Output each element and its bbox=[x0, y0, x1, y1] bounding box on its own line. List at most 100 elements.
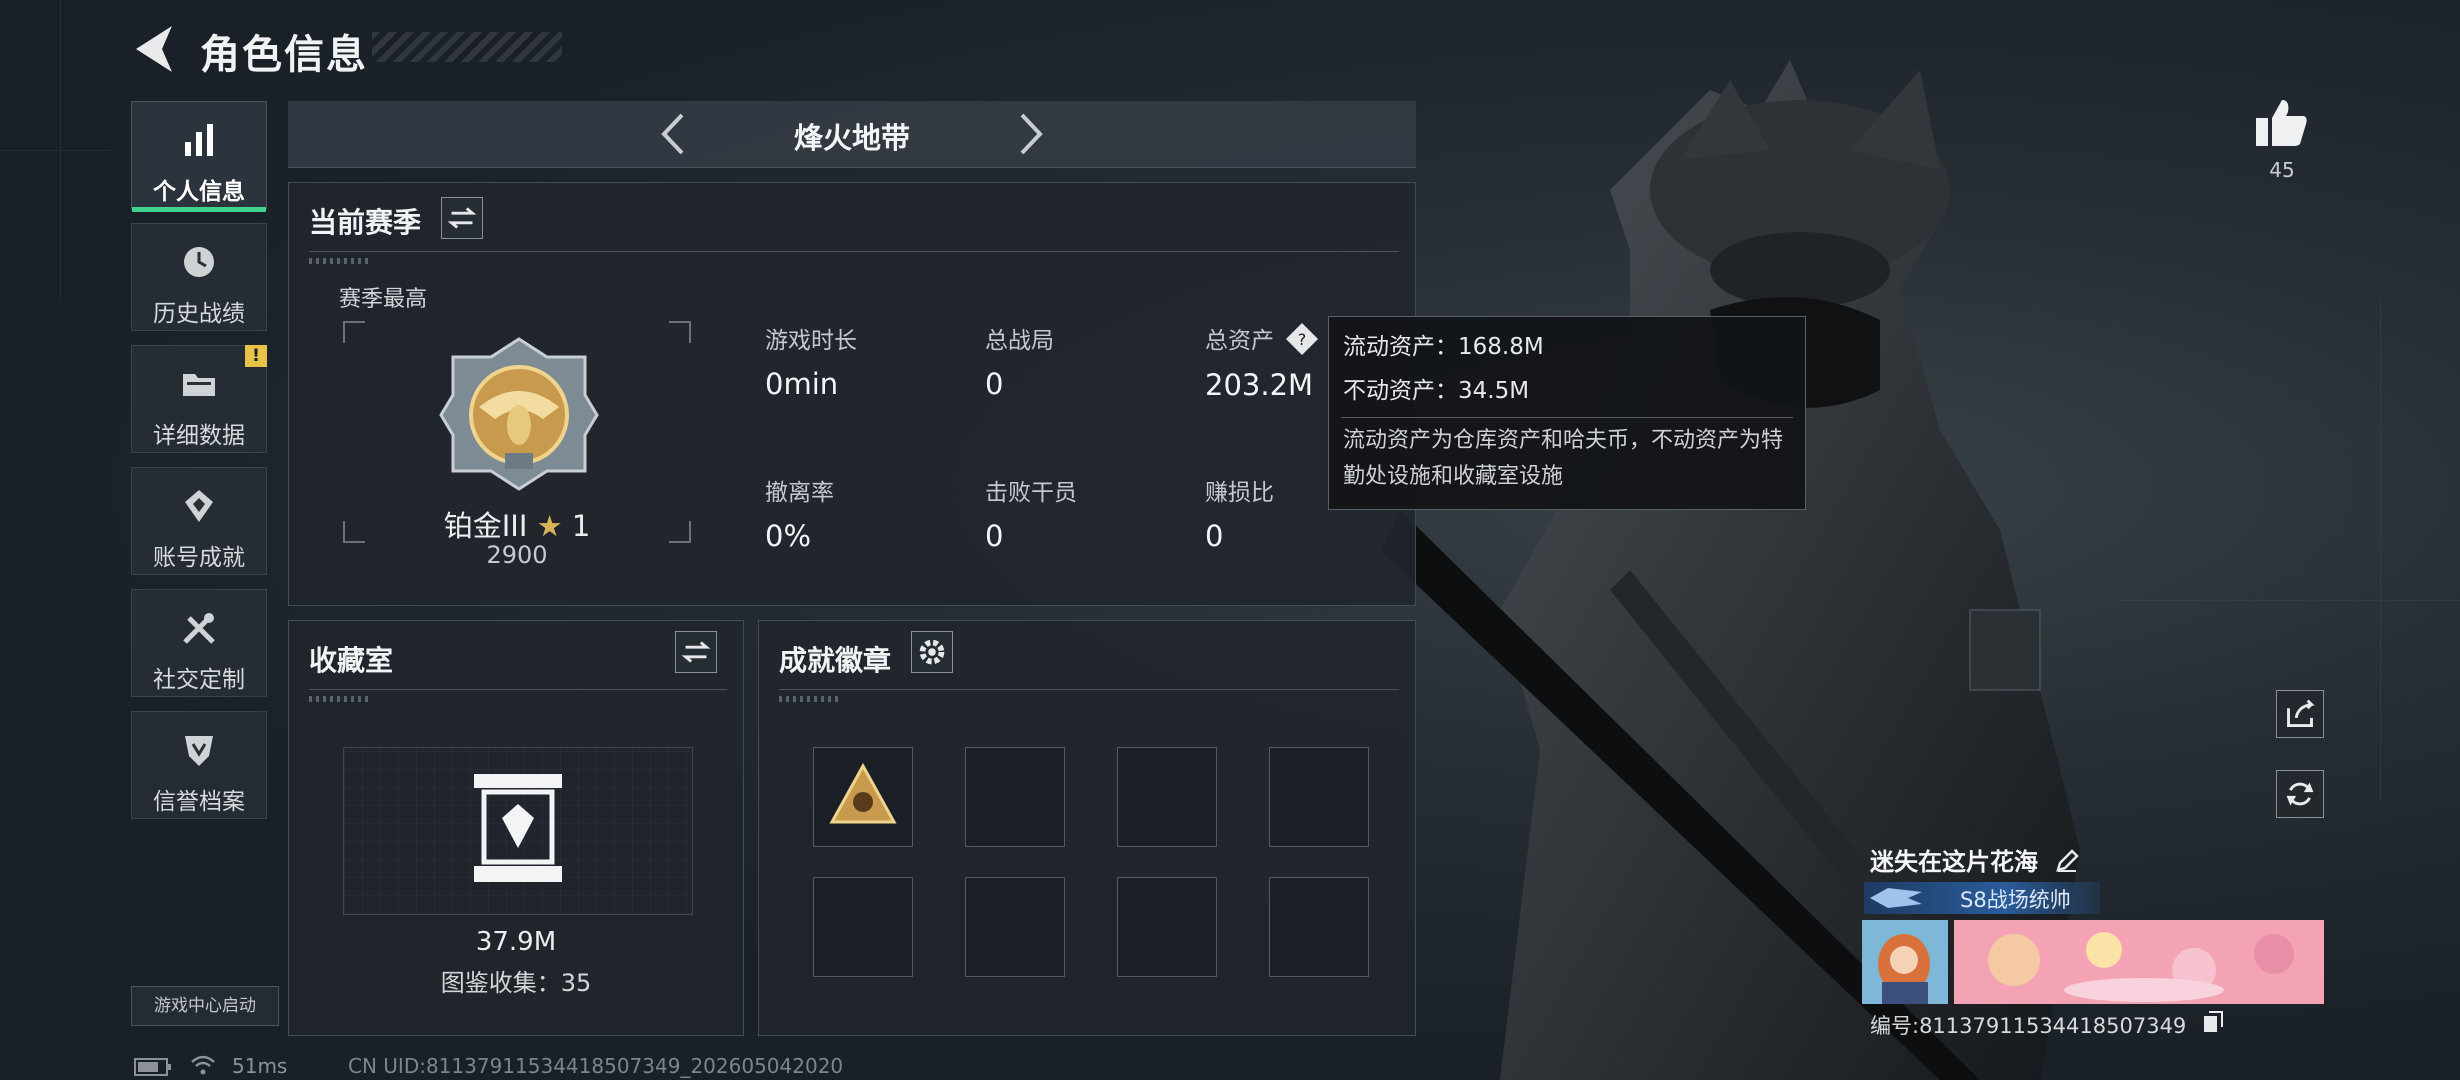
stat-value: 203.2M bbox=[1205, 368, 1314, 402]
achievement-icon bbox=[185, 490, 213, 522]
collection-switch-button[interactable] bbox=[675, 631, 717, 673]
sidebar-item-achievements[interactable]: 账号成就 bbox=[131, 467, 267, 575]
share-button[interactable] bbox=[2276, 690, 2324, 738]
player-name-line: 迷失在这片花海 bbox=[1870, 842, 2080, 877]
launch-label: 游戏中心启动 bbox=[154, 996, 256, 1016]
assets-description: 流动资产为仓库资产和哈夫币，不动资产为特勤处设施和收藏室设施 bbox=[1343, 428, 1784, 489]
badge-slot-empty[interactable] bbox=[965, 877, 1065, 977]
grid-line bbox=[60, 0, 61, 300]
stat-total-matches: 总战局 0 bbox=[985, 321, 1054, 401]
sidebar-item-detailed-data[interactable]: 详细数据 ! bbox=[131, 345, 267, 453]
collection-catalog: 图鉴收集：35 bbox=[440, 969, 592, 997]
badge-slot[interactable] bbox=[813, 747, 913, 847]
badge-slot-empty[interactable] bbox=[1269, 877, 1369, 977]
star-icon: ★ bbox=[536, 509, 563, 543]
sidebar-item-label: 历史战绩 bbox=[153, 301, 245, 327]
stat-label: 游戏时长 bbox=[765, 328, 857, 354]
refresh-button[interactable] bbox=[2276, 770, 2324, 818]
like-count: 45 bbox=[2269, 158, 2295, 182]
stat-label: 总战局 bbox=[985, 328, 1054, 354]
stat-label: 击败干员 bbox=[985, 480, 1077, 506]
rank-name-line: 铂金III ★ 1 bbox=[343, 503, 691, 545]
sidebar-item-history[interactable]: 历史战绩 bbox=[131, 223, 267, 331]
stat-value: 0 bbox=[985, 367, 1004, 401]
battery-icon bbox=[134, 1058, 171, 1076]
alert-badge: ! bbox=[245, 345, 267, 367]
mode-name: 烽火地带 bbox=[793, 121, 910, 155]
cn-uid: CN UID:81137911534418507349_202605042020 bbox=[348, 1054, 844, 1078]
folder-icon bbox=[183, 374, 215, 396]
edit-icon[interactable] bbox=[2054, 848, 2080, 874]
collection-value: 37.9M bbox=[475, 927, 557, 957]
sidebar-item-label: 详细数据 bbox=[153, 423, 245, 449]
badge-slot-empty[interactable] bbox=[1269, 747, 1369, 847]
season-panel: 当前赛季 赛季最高 铂金III ★ 1 2900 游戏时长 0min 总战局 0… bbox=[288, 182, 1416, 606]
triangle-badge-icon bbox=[829, 762, 897, 824]
stat-value: 0 bbox=[1205, 519, 1224, 553]
stat-operators-defeated: 击败干员 0 bbox=[985, 473, 1077, 553]
sidebar-item-social[interactable]: 社交定制 bbox=[131, 589, 267, 697]
back-arrow-icon[interactable] bbox=[132, 24, 176, 74]
copy-icon[interactable] bbox=[2202, 1010, 2224, 1034]
divider bbox=[779, 689, 1399, 690]
bar-chart-icon bbox=[185, 124, 213, 156]
player-uid: 编号:81137911534418507349 bbox=[1870, 1014, 2187, 1038]
achievements-panel: 成就徽章 bbox=[758, 620, 1416, 1036]
player-banner[interactable] bbox=[1954, 920, 2324, 1004]
sidebar-item-credit[interactable]: 信誉档案 bbox=[131, 711, 267, 819]
player-title: S8战场统帅 bbox=[1960, 888, 2071, 912]
player-avatar[interactable] bbox=[1862, 920, 1948, 1004]
player-title-bar: S8战场统帅 bbox=[1864, 882, 2100, 914]
sidebar-item-label: 个人信息 bbox=[153, 179, 245, 205]
assets-tooltip: 流动资产：168.8M 不动资产：34.5M 流动资产为仓库资产和哈夫币，不动资… bbox=[1328, 316, 1806, 510]
sidebar-item-personal-info[interactable]: 个人信息 bbox=[131, 101, 267, 212]
game-center-launch-button[interactable]: 游戏中心启动 bbox=[131, 986, 279, 1026]
badge-slot-empty[interactable] bbox=[1117, 747, 1217, 847]
grid-line bbox=[2120, 600, 2460, 601]
player-name: 迷失在这片花海 bbox=[1870, 848, 2038, 876]
swap-icon bbox=[681, 641, 711, 663]
rank-info: 铂金III ★ 1 2900 bbox=[343, 183, 691, 603]
stat-extract-rate: 撤离率 0% bbox=[765, 473, 834, 553]
stat-label: 撤离率 bbox=[765, 480, 834, 506]
collection-preview[interactable] bbox=[343, 747, 693, 915]
refresh-icon bbox=[2286, 782, 2314, 806]
sidebar-item-label: 账号成就 bbox=[153, 545, 245, 571]
collection-title: 收藏室 bbox=[309, 644, 394, 677]
achievements-settings-button[interactable] bbox=[911, 631, 953, 673]
tools-icon bbox=[183, 613, 215, 644]
title-emblem-icon bbox=[1870, 888, 1922, 908]
help-icon[interactable]: ? bbox=[1285, 322, 1319, 356]
badge-slot-empty[interactable] bbox=[1117, 877, 1217, 977]
liquid-assets: 流动资产：168.8M bbox=[1343, 334, 1544, 360]
stat-play-time: 游戏时长 0min bbox=[765, 321, 857, 401]
fixed-assets: 不动资产：34.5M bbox=[1343, 378, 1530, 404]
wifi-icon bbox=[191, 1055, 215, 1075]
collection-panel: 收藏室 37.9M 图鉴收集：35 bbox=[288, 620, 744, 1036]
stat-value: 0min bbox=[765, 367, 839, 401]
divider bbox=[1341, 417, 1793, 418]
gear-icon bbox=[919, 639, 945, 665]
thumbs-up-icon[interactable] bbox=[2254, 96, 2310, 148]
page-title: 角色信息 bbox=[200, 32, 368, 78]
title-decoration bbox=[372, 32, 562, 62]
rank-stars: 1 bbox=[571, 509, 591, 543]
divider bbox=[309, 689, 727, 690]
svg-text:?: ? bbox=[1298, 330, 1307, 349]
grid-line bbox=[2380, 300, 2381, 800]
divider-ticks bbox=[309, 696, 369, 702]
grid-line bbox=[0, 150, 110, 151]
stat-profit-loss-ratio: 赚损比 0 bbox=[1205, 473, 1274, 553]
stat-value: 0% bbox=[765, 519, 812, 553]
sidebar-item-label: 社交定制 bbox=[153, 667, 245, 693]
rank-score: 2900 bbox=[486, 541, 548, 569]
chevron-right-icon[interactable] bbox=[1004, 109, 1054, 159]
divider-ticks bbox=[779, 696, 839, 702]
stat-label: 总资产 ? bbox=[1205, 321, 1319, 356]
sidebar-item-label: 信誉档案 bbox=[153, 789, 245, 815]
rank-name: 铂金III bbox=[443, 509, 528, 543]
badge-slot-empty[interactable] bbox=[813, 877, 913, 977]
stat-label: 赚损比 bbox=[1205, 480, 1274, 506]
network-ping: 51ms bbox=[232, 1054, 288, 1078]
badge-slot-empty[interactable] bbox=[965, 747, 1065, 847]
